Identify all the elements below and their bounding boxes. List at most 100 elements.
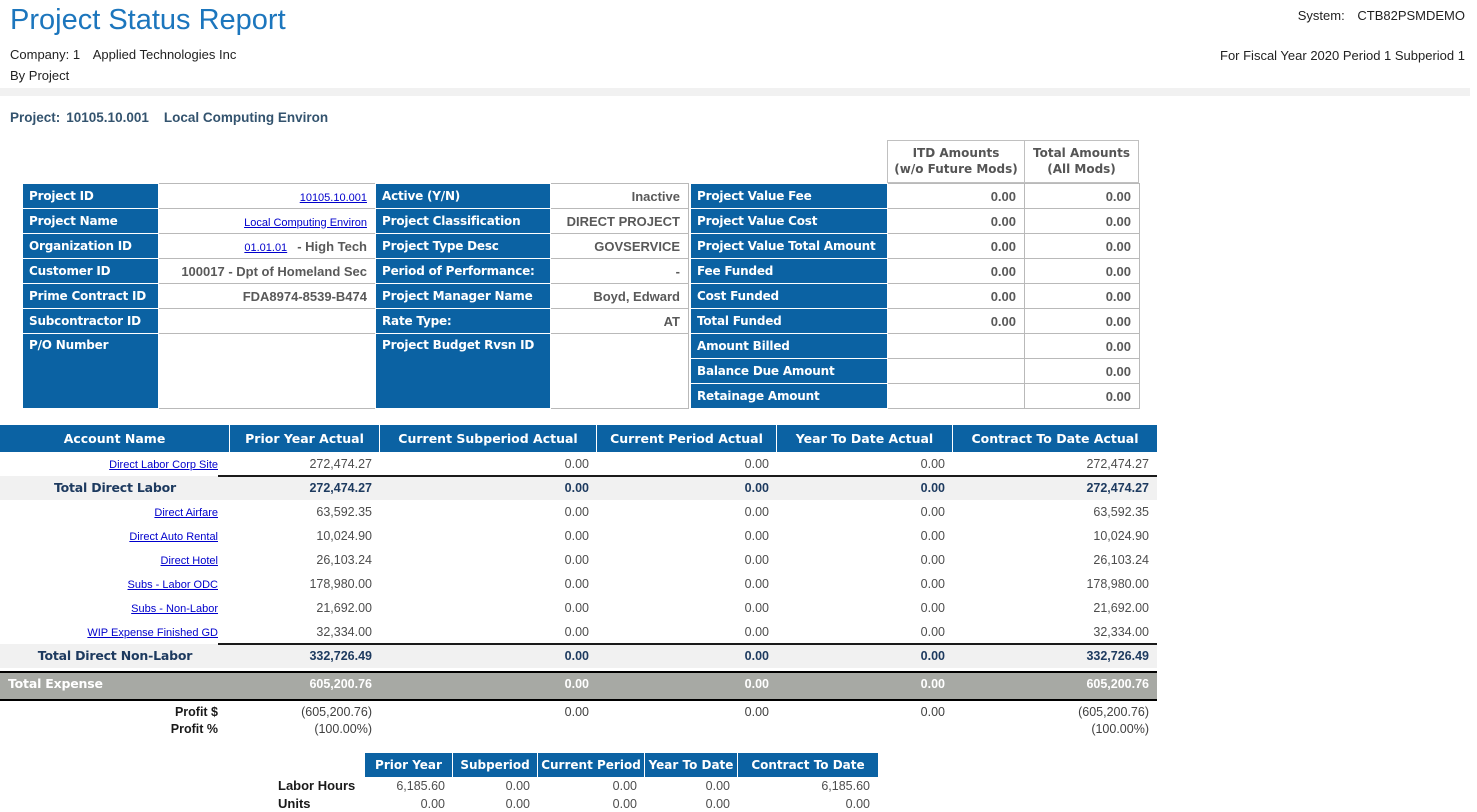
label-balance-due-amount: Balance Due Amount <box>691 359 888 384</box>
amount-cell: 26,103.24 <box>953 548 1157 572</box>
itd-total-funded: 0.00 <box>888 309 1025 334</box>
table-row-total-direct-labor: Total Direct Labor272,474.270.000.000.00… <box>0 476 1157 500</box>
hours-cell: 0.00 <box>453 795 538 812</box>
info-row: Organization ID 01.01.01 - High Tech <box>23 234 376 259</box>
value-text-period-of-performance: - <box>676 264 680 279</box>
hours-cell: 0.00 <box>645 777 738 795</box>
amount-cell: 0.00 <box>597 673 777 699</box>
amount-cell: 0.00 <box>777 524 953 548</box>
amount-cell: 0.00 <box>597 548 777 572</box>
label-project-value-cost: Project Value Cost <box>691 209 888 234</box>
itd-balance-due-amount <box>888 359 1025 384</box>
label-project-value-total-amount: Project Value Total Amount <box>691 234 888 259</box>
total-amounts-line2: (All Mods) <box>1025 162 1138 178</box>
value-text-prime-contract-id: FDA8974-8539-B474 <box>243 289 367 304</box>
amounts-row: Amount Billed0.00 <box>691 334 1140 359</box>
amount-cell: 0.00 <box>380 620 597 644</box>
organization-id-link[interactable]: 01.01.01 <box>244 242 287 254</box>
project-name-link[interactable]: Local Computing Environ <box>244 217 367 229</box>
account-link-wip-expense-finished-gd[interactable]: WIP Expense Finished GD <box>87 627 218 639</box>
hours-cell: 0.00 <box>738 795 878 812</box>
total-project-value-total-amount: 0.00 <box>1025 234 1140 259</box>
hours-table-header: Prior YearSubperiodCurrent PeriodYear To… <box>365 753 878 777</box>
info-table: Active (Y/N)InactiveProject Classificati… <box>375 183 689 409</box>
total-cost-funded: 0.00 <box>1025 284 1140 309</box>
hours-cell: 6,185.60 <box>738 777 878 795</box>
account-link-subs-non-labor[interactable]: Subs - Non-Labor <box>131 603 218 615</box>
profit-rows: Profit $Profit %(605,200.76)(100.00%)0.0… <box>0 704 1157 738</box>
label-organization-id: Organization ID <box>23 234 159 259</box>
amount-cell: 0.00 <box>380 644 597 668</box>
label-customer-id: Customer ID <box>23 259 159 284</box>
amount-cell: 0.00 <box>777 572 953 596</box>
amount-cell: 272,474.27 <box>953 476 1157 500</box>
amount-cell: 10,024.90 <box>230 524 380 548</box>
value-text-project-type-desc: GOVSERVICE <box>594 239 680 254</box>
amount-cell: 0.00 <box>380 548 597 572</box>
amount-cell: 332,726.49 <box>230 644 380 668</box>
amount-cell: 0.00 <box>777 673 953 699</box>
total-amounts-line1: Total Amounts <box>1025 146 1138 162</box>
hours-row-units: 0.000.000.000.000.00 <box>365 795 878 812</box>
hours-label-labor-hours: Labor Hours <box>278 777 365 795</box>
total-retainage-amount: 0.00 <box>1025 384 1140 409</box>
amount-cell: 0.00 <box>597 572 777 596</box>
amount-cell: 0.00 <box>380 524 597 548</box>
table-row-total-expense: Total Expense605,200.760.000.000.00605,2… <box>0 671 1157 701</box>
column-header-subperiod: Subperiod <box>453 753 538 777</box>
label-p-o-number: P/O Number <box>23 334 159 409</box>
fiscal-period-line: For Fiscal Year 2020 Period 1 Subperiod … <box>1220 48 1465 63</box>
company-label: Company: <box>10 47 69 62</box>
amount-cell: 0.00 <box>597 524 777 548</box>
amount-cell: 0.00 <box>597 452 777 476</box>
itd-amount-billed <box>888 334 1025 359</box>
info-row: Prime Contract IDFDA8974-8539-B474 <box>23 284 376 309</box>
labor-hours-table: Prior YearSubperiodCurrent PeriodYear To… <box>365 753 878 812</box>
false <box>380 721 589 738</box>
amount-cell: 0.00 <box>597 620 777 644</box>
total-project-value-fee: 0.00 <box>1025 184 1140 209</box>
false: (100.00%) <box>953 721 1149 738</box>
label-project-id: Project ID <box>23 184 159 209</box>
itd-fee-funded: 0.00 <box>888 259 1025 284</box>
info-row: Project ID 10105.10.001 <box>23 184 376 209</box>
info-row: Rate Type:AT <box>376 309 689 334</box>
hours-cell: 6,185.60 <box>365 777 453 795</box>
account-link-direct-auto-rental[interactable]: Direct Auto Rental <box>129 531 218 543</box>
table-row-subs-non-labor: Subs - Non-Labor21,692.000.000.000.0021,… <box>0 596 1157 620</box>
false <box>597 721 769 738</box>
value-project-id: 10105.10.001 <box>159 184 376 209</box>
amount-cell: 21,692.00 <box>953 596 1157 620</box>
column-header-year-to-date: Year To Date <box>645 753 738 777</box>
amount-cell: 605,200.76 <box>230 673 380 699</box>
info-row: P/O Number <box>23 334 376 409</box>
column-header-prior-year-actual: Prior Year Actual <box>230 425 380 452</box>
info-row: Active (Y/N)Inactive <box>376 184 689 209</box>
total-amounts-header: Total Amounts (All Mods) <box>1024 140 1139 183</box>
account-link-subs-labor-odc[interactable]: Subs - Labor ODC <box>128 579 218 591</box>
project-id-link[interactable]: 10105.10.001 <box>300 192 367 204</box>
account-name-cell: Direct Hotel <box>0 548 230 572</box>
hours-cell: 0.00 <box>538 795 645 812</box>
amount-cell: 0.00 <box>380 572 597 596</box>
info-row: Customer ID100017 - Dpt of Homeland Sec <box>23 259 376 284</box>
account-name-cell: Direct Labor Corp Site <box>0 452 230 476</box>
sum-line <box>218 475 1157 477</box>
value-text-rate-type: AT <box>664 314 680 329</box>
account-table-header: Account NamePrior Year ActualCurrent Sub… <box>0 425 1157 452</box>
column-header-contract-to-date: Contract To Date <box>738 753 878 777</box>
account-link-direct-hotel[interactable]: Direct Hotel <box>161 555 218 567</box>
label-project-type-desc: Project Type Desc <box>376 234 551 259</box>
false: 0.00 <box>380 704 589 721</box>
value-text-active-y-n: Inactive <box>632 189 680 204</box>
label-project-classification: Project Classification <box>376 209 551 234</box>
sum-line <box>218 643 1157 645</box>
value-text-organization-id: - High Tech <box>297 239 367 254</box>
account-link-direct-airfare[interactable]: Direct Airfare <box>154 507 218 519</box>
itd-amounts-line2: (w/o Future Mods) <box>888 162 1024 178</box>
project-amounts-table: Project Value Fee0.000.00Project Value C… <box>690 183 1140 409</box>
company-name: Applied Technologies Inc <box>93 47 237 62</box>
amount-cell: 0.00 <box>380 452 597 476</box>
value-p-o-number <box>159 334 376 409</box>
account-link-direct-labor-corp-site[interactable]: Direct Labor Corp Site <box>109 459 218 471</box>
